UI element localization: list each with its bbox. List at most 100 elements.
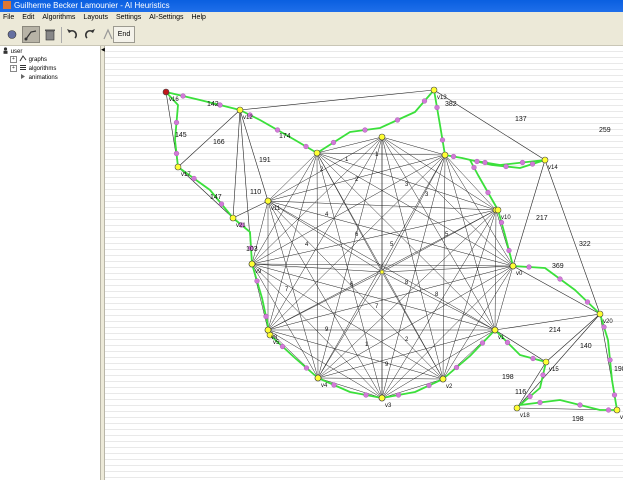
graph-canvas[interactable]: v0 v1 v2 v3 v4 v5 v8 v9 v10 v11 v12 v13 v14 v15 v16 v17… (105, 46, 623, 480)
route-marker (303, 365, 310, 371)
ring-edge (381, 154, 446, 399)
inner-weight: 2 (355, 177, 359, 183)
edge-weight: 140 (580, 343, 592, 350)
tree-item-animations[interactable]: animations (19, 73, 58, 81)
inner-weight: 3 (405, 182, 409, 188)
vertex-label: v18 (520, 413, 530, 419)
ring-edge (317, 265, 514, 379)
route-marker (537, 399, 543, 406)
vertex (314, 374, 322, 382)
route-marker (263, 313, 269, 320)
tree-root[interactable]: user (2, 47, 22, 55)
undo-icon (67, 29, 78, 39)
outer-edge (232, 109, 241, 219)
ring-edge (442, 154, 446, 380)
vertex-label: v16 (169, 97, 179, 103)
menu-edit[interactable]: Edit (19, 12, 39, 24)
route-marker (450, 153, 457, 160)
vertex-label: v9 (255, 269, 262, 275)
tree-item-algorithms[interactable]: algorithms (19, 64, 56, 72)
inner-weight: 6 (355, 232, 359, 238)
ring-edge (444, 154, 514, 267)
edge-weight: 198 (614, 366, 623, 373)
menu-layouts[interactable]: Layouts (80, 12, 113, 24)
vertex (541, 156, 549, 164)
delete-button[interactable] (41, 26, 59, 43)
vertex (378, 394, 386, 402)
route-marker (330, 139, 337, 146)
route-marker (362, 127, 368, 133)
route-marker (479, 340, 486, 346)
edge-tool-button[interactable] (22, 26, 40, 43)
route-marker (577, 402, 583, 408)
inner-weight: 4 (305, 242, 309, 248)
route-marker (395, 392, 402, 398)
menu-help[interactable]: Help (189, 12, 211, 24)
vertex-label: v20 (603, 319, 613, 325)
route-marker (453, 364, 460, 371)
route-marker (303, 143, 309, 150)
user-icon (3, 47, 8, 54)
route-marker (557, 276, 563, 282)
route-marker (331, 382, 337, 388)
menu-ai-settings[interactable]: AI-Settings (146, 12, 188, 24)
route-marker (434, 104, 440, 111)
route-marker (485, 189, 491, 196)
vertex-tool-button[interactable] (3, 26, 21, 43)
outer-edge (544, 159, 601, 315)
tree-expand-algorithms[interactable]: + (10, 65, 17, 72)
ring-edge (251, 263, 444, 380)
edge-weight: 214 (549, 327, 561, 334)
tree-item-graphs[interactable]: graphs (19, 55, 47, 63)
route-marker (584, 299, 591, 305)
vertex (596, 310, 604, 318)
window-title: Guilherme Becker Lamounier - AI Heuristi… (14, 1, 170, 10)
edge-weight: 103 (246, 246, 258, 253)
vertex (441, 151, 449, 159)
route-marker (274, 127, 281, 133)
trash-icon (45, 29, 55, 41)
window-title-bar: Guilherme Becker Lamounier - AI Heuristi… (0, 0, 623, 12)
vertex-label: v3 (385, 403, 392, 409)
route-marker (504, 339, 511, 346)
outer-edge (239, 89, 435, 111)
inner-weight: 2 (405, 337, 409, 343)
route-marker (279, 343, 286, 350)
ring-edge (316, 136, 383, 154)
menu-algorithms[interactable]: Algorithms (39, 12, 80, 24)
tree-item-label: animations (28, 75, 58, 81)
vertex-label: v10 (501, 215, 511, 221)
vertex (174, 163, 182, 171)
menu-file[interactable]: File (0, 12, 19, 24)
route-marker (506, 247, 512, 254)
toolbar: End (0, 24, 623, 46)
edge-weight: 198 (502, 374, 514, 381)
menu-bar: File Edit Algorithms Layouts Settings AI-Sett… (0, 12, 623, 24)
edge-weight: 217 (536, 215, 548, 222)
undo-button[interactable] (63, 26, 81, 43)
vertex (439, 375, 447, 383)
ring-edge (251, 263, 319, 379)
vertex-icon (7, 30, 17, 39)
edge-weight: 322 (579, 241, 591, 248)
tree-expand-graphs[interactable]: + (10, 56, 17, 63)
route-marker (540, 372, 546, 378)
redo-button[interactable] (81, 26, 99, 43)
vertex-label: v1 (498, 335, 505, 341)
route-marker (530, 355, 536, 362)
route-marker (503, 163, 509, 170)
route-marker (471, 164, 477, 171)
route-marker (173, 150, 180, 157)
route-marker (426, 382, 432, 389)
menu-settings[interactable]: Settings (113, 12, 146, 24)
inner-weight: 8 (435, 292, 439, 298)
end-button[interactable]: End (113, 26, 135, 43)
outer-edge (512, 159, 546, 267)
vertex-label: v12 (243, 115, 253, 121)
graph-drawing[interactable]: v0v1v2v3v4v5v8v9v10v11v12v13v14v15v16v17… (105, 46, 623, 480)
tree-item-label: graphs (28, 57, 48, 63)
route-marker (526, 264, 532, 270)
vertex (430, 86, 438, 94)
vertex (248, 260, 256, 268)
vertex-label: v0 (516, 271, 523, 277)
